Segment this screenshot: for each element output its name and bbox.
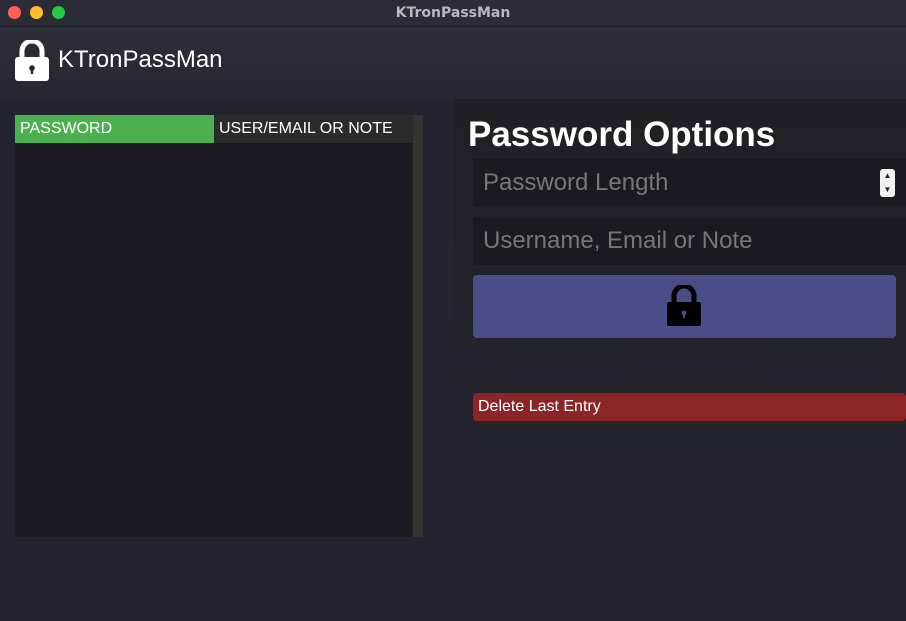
options-panel: Password Options ▲ ▼ Delete Last Entry [454,99,906,621]
app-window: KTronPassMan KTronPassMan PASSWORD USER/… [0,0,906,621]
entries-table[interactable]: PASSWORD USER/EMAIL OR NOTE [15,115,423,537]
title-bar: KTronPassMan [0,0,906,27]
column-header-user[interactable]: USER/EMAIL OR NOTE [214,115,413,143]
app-name: KTronPassMan [58,46,223,73]
app-header: KTronPassMan [0,27,906,99]
table-scrollbar[interactable] [413,115,423,537]
spin-down-icon[interactable]: ▼ [880,183,895,197]
username-input[interactable] [473,217,906,265]
lock-icon [15,40,49,81]
window-title: KTronPassMan [395,5,511,21]
spin-up-icon[interactable]: ▲ [880,169,895,183]
length-spinner[interactable]: ▲ ▼ [880,169,895,197]
column-header-password[interactable]: PASSWORD [15,115,214,143]
entries-panel: PASSWORD USER/EMAIL OR NOTE [0,99,452,621]
options-title: Password Options [468,115,776,154]
password-length-input[interactable] [473,159,906,207]
delete-last-entry-button[interactable]: Delete Last Entry [473,393,906,421]
table-header: PASSWORD USER/EMAIL OR NOTE [15,115,413,143]
generate-password-button[interactable] [473,275,896,338]
lock-icon [667,285,701,326]
